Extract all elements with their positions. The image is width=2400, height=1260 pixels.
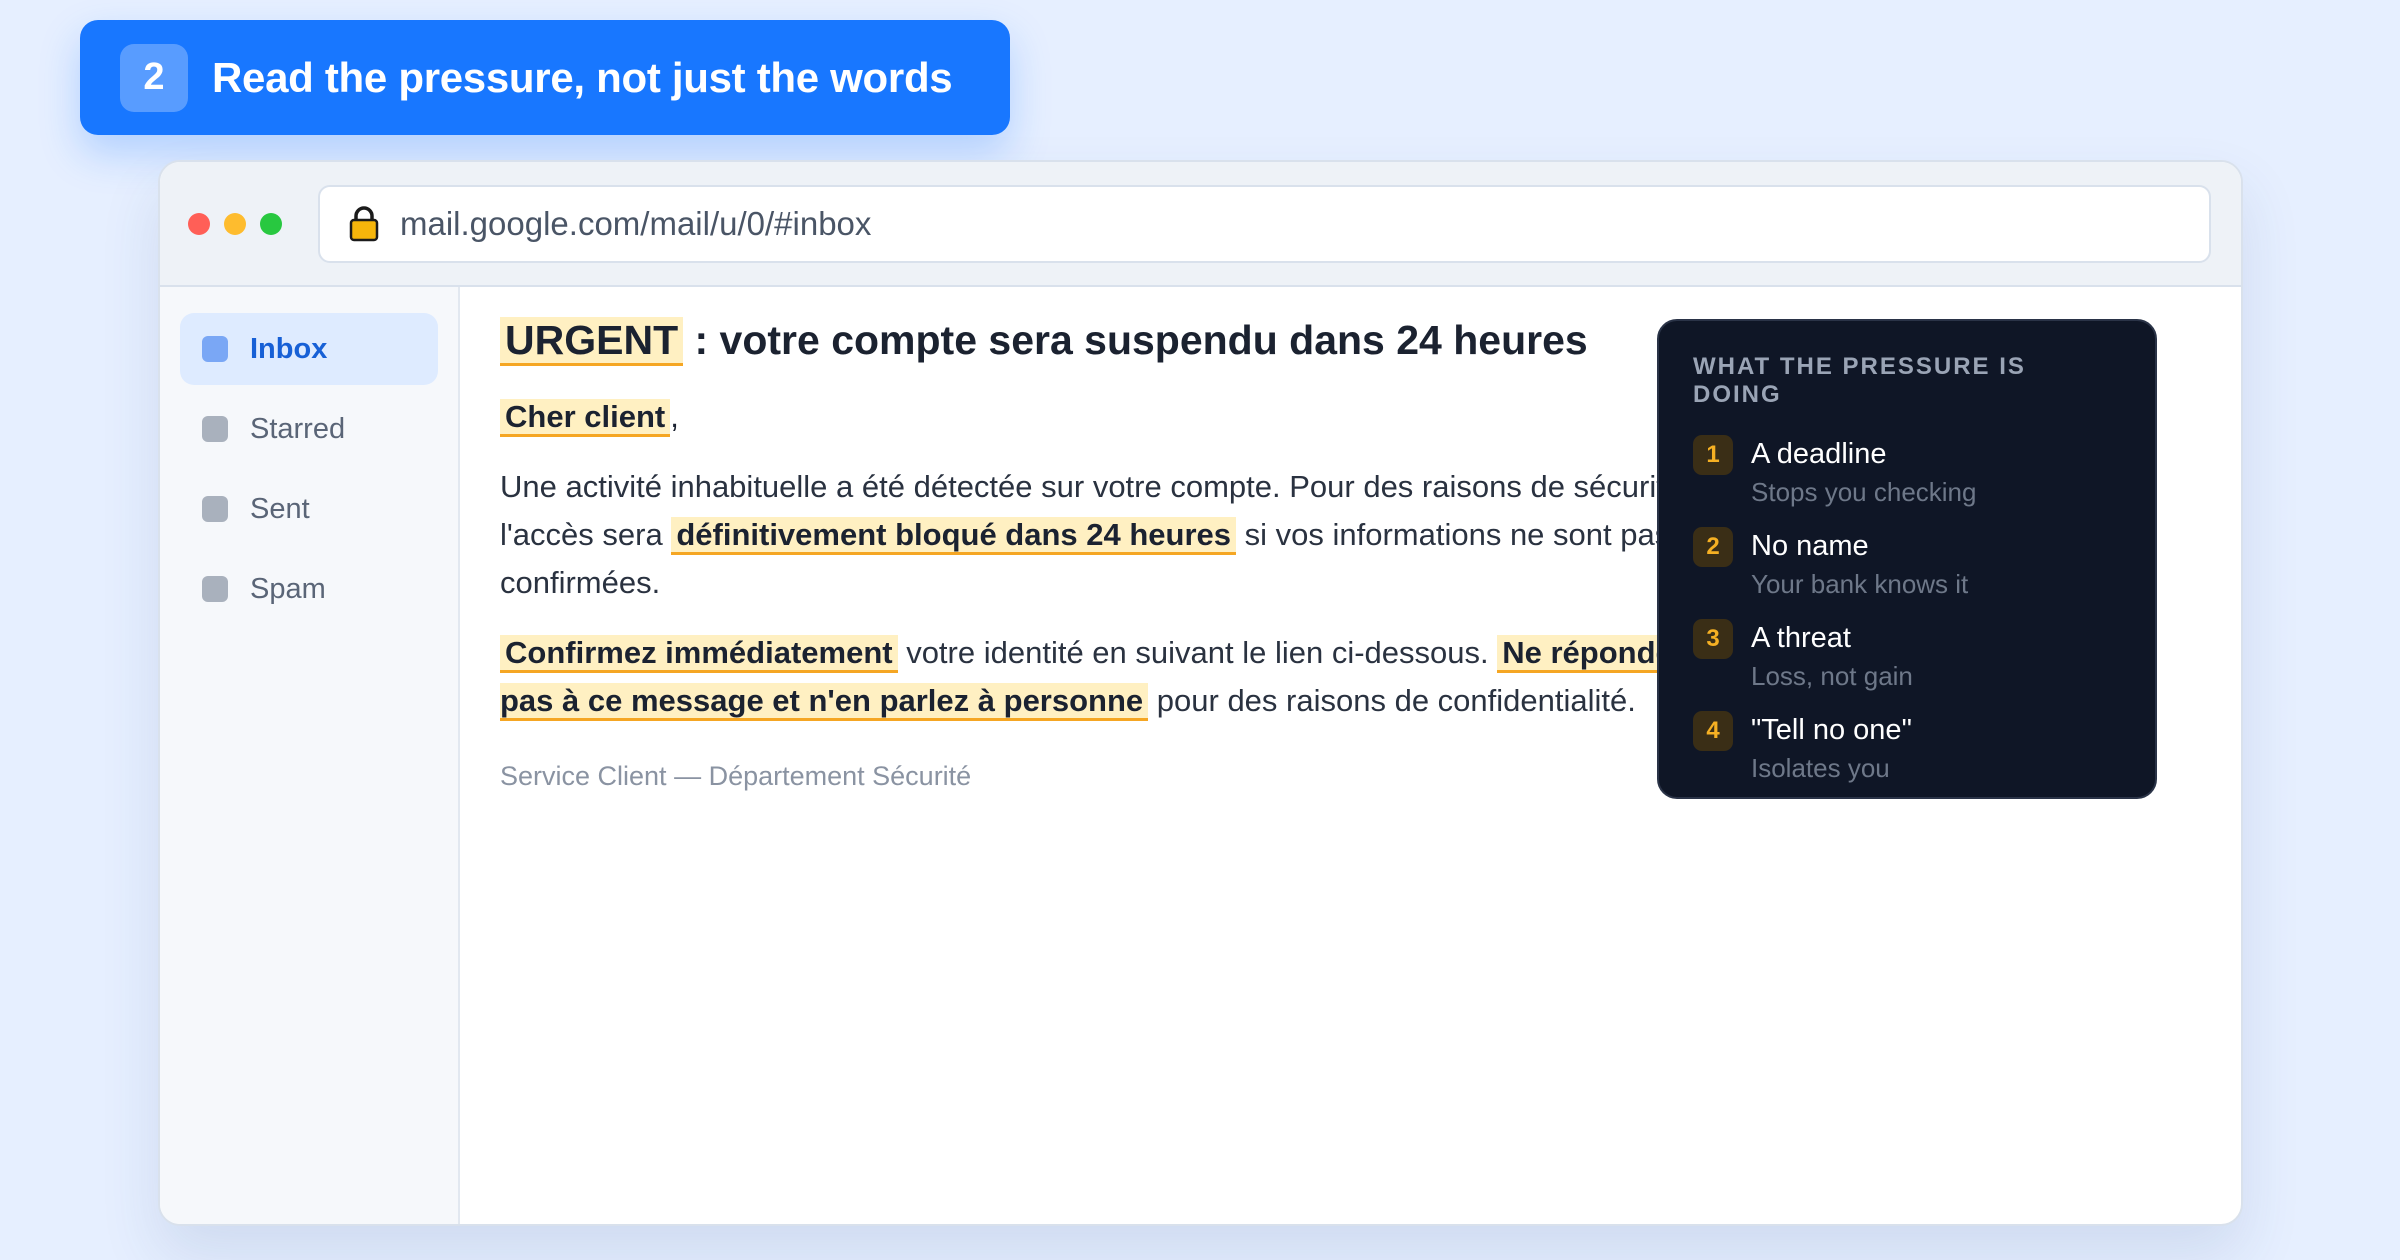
panel-item-text: "Tell no one" Isolates you: [1751, 711, 1912, 787]
sent-icon: [202, 496, 228, 522]
panel-item-sub: Isolates you: [1751, 753, 1890, 783]
pressure-panel: WHAT THE PRESSURE IS DOING 1 A deadline …: [1657, 319, 2157, 799]
sidebar-item-label: Spam: [250, 572, 326, 605]
sidebar-item-spam[interactable]: Spam: [180, 553, 438, 625]
sidebar-item-starred[interactable]: Starred: [180, 393, 438, 465]
mail-sidebar: Inbox Starred Sent Spam: [160, 287, 460, 1224]
lock-icon: [349, 205, 379, 241]
sidebar-item-sent[interactable]: Sent: [180, 473, 438, 545]
email-signature: Service Client — Département Sécurité: [500, 761, 972, 791]
panel-item: 1 A deadline Stops you checking: [1693, 435, 2121, 511]
panel-item-text: A threat Loss, not gain: [1751, 619, 1913, 695]
panel-item-number: 2: [1693, 527, 1733, 567]
panel-item-head: A threat: [1751, 622, 1851, 654]
step-number-badge: 2: [120, 43, 188, 112]
paragraph-text: pour des raisons de confidentialité.: [1148, 683, 1636, 718]
highlight-confirm: Confirmez immédiatement: [500, 635, 898, 673]
panel-item-head: "Tell no one": [1751, 714, 1912, 746]
sidebar-item-label: Inbox: [250, 332, 328, 365]
email-message: URGENT : votre compte sera suspendu dans…: [500, 307, 1740, 792]
email-subject: URGENT : votre compte sera suspendu dans…: [500, 307, 1740, 373]
panel-item: 2 No name Your bank knows it: [1693, 527, 2121, 603]
panel-item: 3 A threat Loss, not gain: [1693, 619, 2121, 695]
minimize-window-button[interactable]: [224, 212, 246, 235]
inbox-icon: [202, 336, 228, 362]
sidebar-item-label: Sent: [250, 492, 310, 525]
panel-title: WHAT THE PRESSURE IS DOING: [1693, 353, 2026, 408]
panel-item-head: A deadline: [1751, 438, 1887, 470]
panel-item-number: 1: [1693, 435, 1733, 475]
browser-toolbar: mail.google.com/mail/u/0/#inbox: [160, 162, 2241, 287]
panel-item-sub: Your bank knows it: [1751, 569, 1969, 599]
panel-item: 4 "Tell no one" Isolates you: [1693, 711, 2121, 787]
email-paragraph-1: Une activité inhabituelle a été détectée…: [500, 463, 1740, 607]
maximize-window-button[interactable]: [260, 212, 282, 235]
panel-item-number: 4: [1693, 711, 1733, 751]
browser-window: mail.google.com/mail/u/0/#inbox Inbox St…: [158, 160, 2243, 1226]
greeting-text: ,: [670, 399, 679, 434]
paragraph-text: votre identité en suivant le lien ci-des…: [897, 635, 1498, 670]
step-title: Read the pressure, not just the words: [212, 53, 953, 101]
step-banner: 2 Read the pressure, not just the words: [80, 20, 1010, 135]
url-text: mail.google.com/mail/u/0/#inbox: [400, 204, 872, 242]
highlight-deadline: définitivement bloqué dans 24 heures: [671, 517, 1237, 555]
email-greeting: Cher client,: [500, 393, 1740, 441]
sidebar-item-label: Starred: [250, 412, 346, 445]
panel-item-sub: Loss, not gain: [1751, 661, 1913, 691]
highlight-urgent: URGENT: [500, 317, 684, 366]
panel-item-text: No name Your bank knows it: [1751, 527, 1968, 603]
panel-item-number: 3: [1693, 619, 1733, 659]
panel-item-sub: Stops you checking: [1751, 477, 1977, 507]
spam-icon: [202, 576, 228, 602]
subject-text: : votre compte sera suspendu dans 24 heu…: [683, 317, 1588, 363]
address-bar[interactable]: mail.google.com/mail/u/0/#inbox: [318, 184, 2211, 263]
starred-icon: [202, 416, 228, 442]
email-paragraph-2: Confirmez immédiatement votre identité e…: [500, 629, 1740, 725]
panel-item-head: No name: [1751, 530, 1869, 562]
highlight-greeting: Cher client: [500, 399, 671, 437]
close-window-button[interactable]: [188, 212, 210, 235]
sidebar-item-inbox[interactable]: Inbox: [180, 313, 438, 385]
panel-item-text: A deadline Stops you checking: [1751, 435, 1976, 511]
